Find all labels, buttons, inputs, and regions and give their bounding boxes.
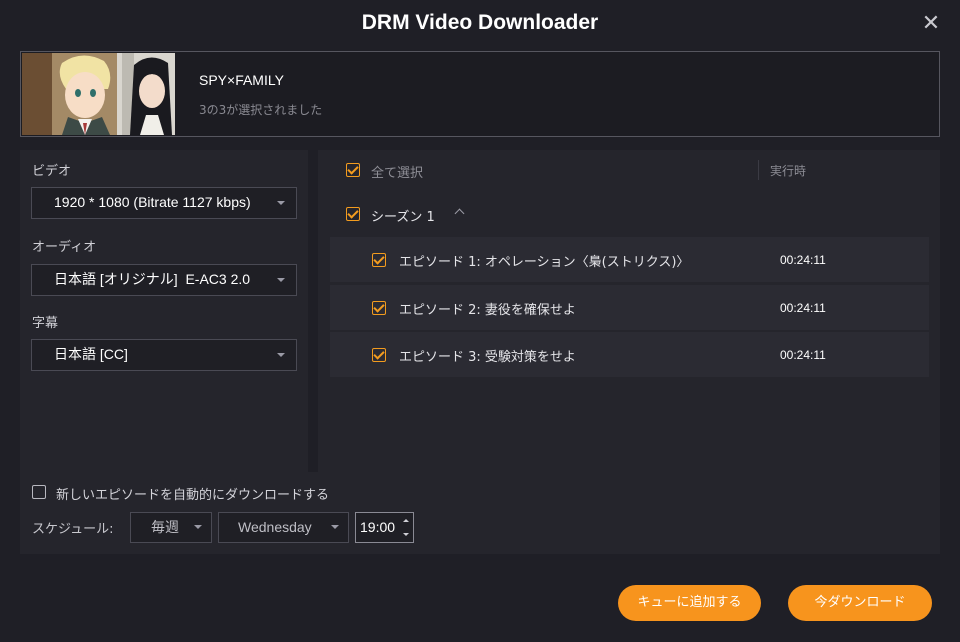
spinner-down-icon[interactable] [403,533,409,536]
spinner-up-icon[interactable] [403,519,409,522]
thumbnail-image [22,53,175,135]
show-thumbnail [22,53,175,135]
episode-title: エピソード 2: 妻役を確保せよ [399,303,576,318]
video-quality-select[interactable]: 1920 * 1080 (Bitrate 1127 kbps) [31,187,297,219]
season-checkbox[interactable] [346,207,360,221]
caret-down-icon [194,525,202,529]
spinner-arrows-icon[interactable] [403,519,409,536]
audio-track-select[interactable]: 日本語 [オリジナル] E-AC3 2.0 [31,264,297,296]
schedule-panel: 新しいエピソードを自動的にダウンロードする スケジュール: 毎週 Wednesd… [20,472,940,554]
frequency-value: 毎週 [151,519,179,535]
caret-down-icon [277,278,285,282]
subtitle-value: 日本語 [CC] [54,346,128,362]
episode-checkbox[interactable] [372,348,386,362]
episode-checkbox[interactable] [372,253,386,267]
frequency-select[interactable]: 毎週 [130,512,212,543]
caret-down-icon [277,353,285,357]
chevron-up-icon[interactable] [454,208,465,219]
day-select[interactable]: Wednesday [218,512,349,543]
column-divider [758,160,759,180]
episode-list-panel: 全て選択 実行時 シーズン 1 エピソード 1: オペレーション〈梟(ストリクス… [318,150,940,472]
video-label: ビデオ [32,164,72,179]
episode-title: エピソード 3: 受験対策をせよ [399,350,576,365]
video-quality-value: 1920 * 1080 (Bitrate 1127 kbps) [54,194,251,210]
episode-duration: 00:24:11 [780,348,826,362]
episode-duration: 00:24:11 [780,253,826,267]
download-now-button[interactable]: 今ダウンロード [788,585,932,621]
episode-checkbox[interactable] [372,301,386,315]
day-value: Wednesday [238,519,312,535]
show-title: SPY×FAMILY [199,72,284,88]
subtitle-select[interactable]: 日本語 [CC] [31,339,297,371]
select-all-checkbox[interactable] [346,163,360,177]
caret-down-icon [331,525,339,529]
episode-title: エピソード 1: オペレーション〈梟(ストリクス)〉 [399,255,690,270]
audio-label: オーディオ [32,240,97,255]
time-value: 19:00 [360,519,396,535]
show-info-card: SPY×FAMILY 3の3が選択されました [20,51,940,137]
episode-row[interactable]: エピソード 3: 受験対策をせよ 00:24:11 [330,332,929,377]
caret-down-icon [277,201,285,205]
episode-duration: 00:24:11 [780,301,826,315]
close-icon[interactable]: ✕ [920,13,942,35]
format-settings-panel: ビデオ 1920 * 1080 (Bitrate 1127 kbps) オーディ… [20,150,308,472]
episode-row[interactable]: エピソード 1: オペレーション〈梟(ストリクス)〉 00:24:11 [330,237,929,282]
episode-row[interactable]: エピソード 2: 妻役を確保せよ 00:24:11 [330,285,929,330]
schedule-label: スケジュール: [32,522,114,537]
window-title: DRM Video Downloader [361,11,599,34]
selection-status: 3の3が選択されました [199,103,323,117]
auto-download-checkbox[interactable] [32,485,46,499]
title-bar: DRM Video Downloader ✕ [0,0,960,50]
audio-track-value: 日本語 [オリジナル] E-AC3 2.0 [54,271,251,287]
auto-download-label: 新しいエピソードを自動的にダウンロードする [56,488,330,503]
add-to-queue-button[interactable]: キューに追加する [618,585,761,621]
duration-header: 実行時 [770,164,807,178]
select-all-label: 全て選択 [371,166,424,181]
time-input[interactable]: 19:00 [355,512,414,543]
subtitle-label: 字幕 [32,316,59,331]
season-label: シーズン 1 [371,210,435,225]
